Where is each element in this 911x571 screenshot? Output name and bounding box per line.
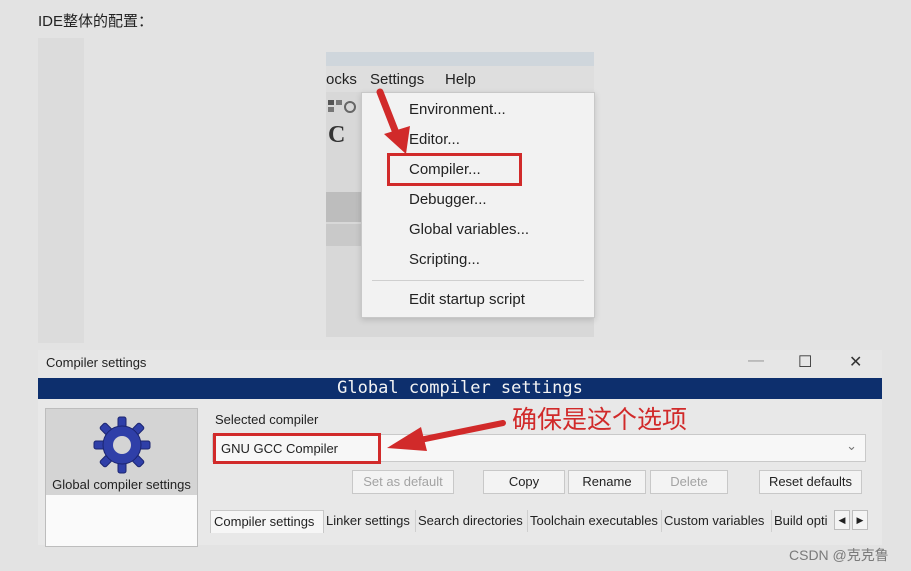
background-strip	[38, 38, 84, 343]
minimize-button[interactable]: —	[748, 352, 764, 370]
window-top-strip	[326, 52, 594, 66]
menu-settings[interactable]: Settings	[370, 71, 424, 88]
tab-toolchain-executables[interactable]: Toolchain executables	[527, 510, 662, 532]
dialog-banner: Global compiler settings	[38, 378, 882, 399]
dialog-title: Compiler settings	[46, 355, 147, 370]
gray-band	[326, 192, 362, 222]
settings-tabs: Compiler settings Linker settings Search…	[210, 510, 882, 533]
tab-search-directories[interactable]: Search directories	[415, 510, 528, 532]
watermark: CSDN @克克鲁	[789, 547, 889, 563]
tab-scroll-right-button[interactable]: ▶	[852, 510, 868, 530]
toolbar-icons[interactable]	[326, 94, 366, 118]
menubar: ocks Settings Help	[326, 66, 594, 92]
tab-compiler-settings[interactable]: Compiler settings	[210, 510, 324, 533]
menu-item-debugger[interactable]: Debugger...	[409, 191, 487, 208]
tab-scroll-left-button[interactable]: ◀	[834, 510, 850, 530]
menu-item-global-variables[interactable]: Global variables...	[409, 221, 529, 238]
menu-blocks[interactable]: ocks	[326, 71, 357, 88]
toolbar-tools-icon	[328, 100, 356, 113]
category-label: Global compiler settings	[52, 477, 191, 492]
rename-button[interactable]: Rename	[568, 470, 646, 494]
gray-band	[326, 224, 362, 246]
tab-custom-variables[interactable]: Custom variables	[661, 510, 772, 532]
selected-compiler-label: Selected compiler	[215, 412, 319, 427]
tab-build-options[interactable]: Build opti	[771, 510, 834, 532]
toolbar-c-icon[interactable]: C	[328, 122, 345, 149]
menu-separator	[372, 280, 584, 281]
menu-help[interactable]: Help	[445, 71, 476, 88]
delete-button[interactable]: Delete	[650, 470, 728, 494]
reset-defaults-button[interactable]: Reset defaults	[759, 470, 862, 494]
menu-item-scripting[interactable]: Scripting...	[409, 251, 480, 268]
annotation-text: 确保是这个选项	[512, 406, 688, 434]
copy-button[interactable]: Copy	[483, 470, 565, 494]
set-as-default-button[interactable]: Set as default	[352, 470, 454, 494]
chevron-down-icon: ⌄	[846, 438, 857, 453]
gcc-highlight-box	[213, 433, 381, 464]
dialog-titlebar: Compiler settings — ☐ ✕	[38, 350, 882, 378]
tab-linker-settings[interactable]: Linker settings	[323, 510, 416, 532]
page-title: IDE整体的配置：	[38, 13, 154, 30]
menu-item-edit-startup-script[interactable]: Edit startup script	[409, 291, 525, 308]
close-button[interactable]: ✕	[849, 352, 862, 372]
gear-icon	[93, 416, 151, 474]
red-arrow-icon	[387, 420, 506, 451]
maximize-button[interactable]: ☐	[798, 352, 812, 372]
category-global-compiler-settings[interactable]: Global compiler settings	[46, 409, 197, 495]
settings-category-list[interactable]: Global compiler settings	[45, 408, 198, 547]
menu-item-environment[interactable]: Environment...	[409, 101, 506, 118]
red-arrow-icon	[376, 88, 410, 154]
